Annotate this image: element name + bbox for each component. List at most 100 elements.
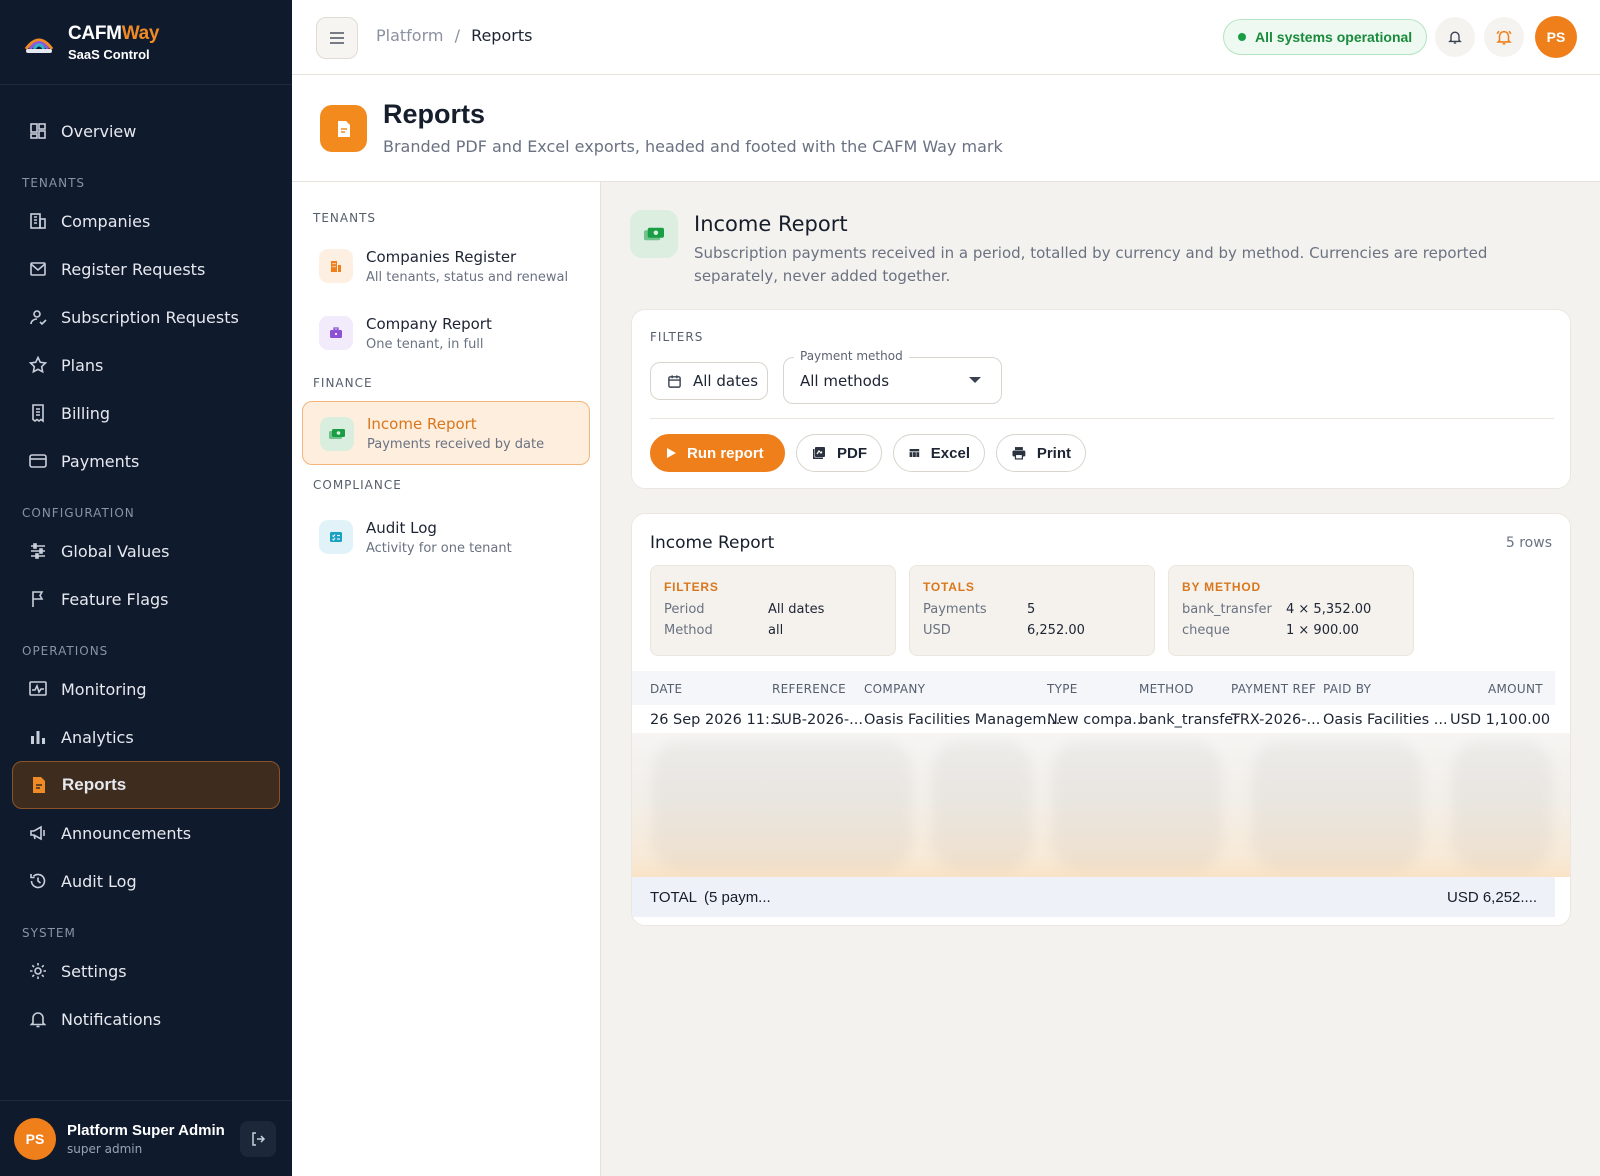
print-label: Print (1036, 444, 1071, 462)
date-range-button[interactable]: All dates (650, 362, 768, 400)
summary-key: Method (664, 623, 713, 638)
top-user-avatar[interactable]: PS (1535, 16, 1577, 58)
excel-export-button[interactable]: Excel (893, 434, 985, 472)
pdf-export-button[interactable]: PDF (796, 434, 882, 472)
report-item-title: Income Report (367, 414, 477, 433)
result-title: Income Report (650, 533, 775, 553)
menu-toggle-button[interactable] (316, 17, 358, 59)
user-avatar[interactable]: PS (14, 1117, 56, 1160)
nav-label: Announcements (61, 823, 192, 843)
run-report-label: Run report (687, 444, 764, 462)
reports-header-icon (320, 105, 367, 152)
payment-method-select[interactable]: Payment method All methods (783, 349, 1002, 404)
nav-item-notifications[interactable]: Notifications (12, 995, 280, 1043)
nav-item-reports[interactable]: Reports (12, 761, 280, 809)
column-header-paid-by[interactable]: PAID BY (1323, 682, 1371, 696)
report-item-companies-register[interactable]: Companies Register All tenants, status a… (302, 234, 590, 298)
report-item-subtitle: Activity for one tenant (366, 540, 512, 556)
star-icon (28, 355, 48, 374)
summary-by-method-box: BY METHOD bank_transfer 4 × 5,352.00 che… (1168, 565, 1414, 656)
user-name: Platform Super Admin (67, 1121, 225, 1139)
nav-item-analytics[interactable]: Analytics (12, 713, 280, 761)
pdf-label: PDF (837, 444, 867, 462)
notifications-button[interactable] (1435, 17, 1475, 57)
monitor-pulse-icon (29, 681, 47, 696)
grid-icon (30, 123, 46, 139)
calendar-icon (668, 374, 681, 388)
column-header-date[interactable]: DATE (650, 682, 682, 696)
report-item-company-report[interactable]: Company Report One tenant, in full (302, 301, 590, 365)
summary-value: All dates (768, 602, 825, 617)
nav-item-overview[interactable]: Overview (12, 107, 280, 155)
nav-item-announcements[interactable]: Announcements (12, 809, 280, 857)
alerts-button[interactable] (1484, 17, 1524, 57)
column-header-type[interactable]: TYPE (1047, 682, 1078, 696)
column-header-method[interactable]: METHOD (1139, 682, 1194, 696)
nav-label: Feature Flags (61, 589, 169, 609)
nav-item-payments[interactable]: Payments (12, 437, 280, 485)
nav-item-global-values[interactable]: Global Values (12, 527, 280, 575)
page-title: Reports (383, 99, 486, 129)
report-item-title: Company Report (366, 314, 492, 333)
building-icon (30, 213, 46, 229)
nav-item-settings[interactable]: Settings (12, 947, 280, 995)
report-item-audit-log[interactable]: Audit Log Activity for one tenant (302, 505, 590, 569)
summary-value: 4 × 5,352.00 (1286, 602, 1372, 617)
nav-label: Payments (61, 451, 140, 471)
bell-ring-icon (1496, 30, 1512, 45)
brand[interactable]: CAFMWay SaaS Control (0, 0, 292, 85)
system-status-badge[interactable]: All systems operational (1223, 19, 1428, 55)
nav-label: Audit Log (61, 871, 137, 891)
nav-item-monitoring[interactable]: Monitoring (12, 665, 280, 713)
cell-company: Oasis Facilities Managem... (864, 712, 1061, 728)
cash-icon (320, 417, 354, 451)
report-title: Income Report (694, 212, 848, 236)
nav-item-companies[interactable]: Companies (12, 197, 280, 245)
column-header-company[interactable]: COMPANY (864, 682, 925, 696)
nav-item-billing[interactable]: Billing (12, 389, 280, 437)
report-description: Subscription payments received in a peri… (694, 244, 1488, 285)
nav-label: Reports (62, 775, 127, 794)
filters-card: FILTERS All dates Payment method All met… (631, 309, 1571, 489)
receipt-icon (32, 404, 44, 423)
print-button[interactable]: Print (996, 434, 1086, 472)
logout-button[interactable] (240, 1121, 276, 1157)
summary-key: Payments (923, 602, 987, 617)
nav-item-plans[interactable]: Plans (12, 341, 280, 389)
caret-down-icon (969, 377, 981, 383)
nav-item-register-requests[interactable]: Register Requests (12, 245, 280, 293)
nav-item-subscription-requests[interactable]: Subscription Requests (12, 293, 280, 341)
summary-key: USD (923, 623, 951, 638)
nav-label: Monitoring (61, 679, 147, 699)
report-file-icon (337, 120, 350, 137)
blurred-rows-overlay (632, 733, 1570, 877)
column-header-reference[interactable]: REFERENCE (772, 682, 846, 696)
cell-method: bank_transfer (1139, 712, 1240, 728)
nav-label: Billing (61, 403, 111, 423)
report-item-title: Companies Register (366, 247, 517, 266)
table-header: DATE REFERENCE COMPANY TYPE METHOD PAYME… (632, 671, 1555, 705)
report-item-income-report[interactable]: Income Report Payments received by date (302, 401, 590, 465)
cafm-logo-icon (24, 38, 54, 53)
page-header: Reports Branded PDF and Excel exports, h… (292, 75, 1600, 182)
column-header-amount[interactable]: AMOUNT (1488, 682, 1543, 696)
run-report-button[interactable]: Run report (650, 434, 785, 472)
column-header-payment-ref[interactable]: PAYMENT REF (1231, 682, 1316, 696)
excel-label: Excel (930, 444, 970, 462)
bar-chart-icon (31, 731, 45, 744)
logout-icon (252, 1132, 266, 1146)
breadcrumb-root[interactable]: Platform (376, 26, 443, 45)
nav-item-feature-flags[interactable]: Feature Flags (12, 575, 280, 623)
report-item-subtitle: One tenant, in full (366, 336, 484, 352)
summary-heading: BY METHOD (1182, 580, 1261, 594)
user-role: super admin (67, 1141, 143, 1156)
flag-icon (32, 591, 44, 607)
report-item-title: Audit Log (366, 518, 437, 537)
total-count: (5 paym... (704, 889, 771, 906)
summary-value: 5 (1027, 602, 1036, 617)
nav-item-audit-log[interactable]: Audit Log (12, 857, 280, 905)
nav-section-system: SYSTEM (22, 926, 76, 940)
result-row-count: 5 rows (1505, 535, 1552, 551)
report-detail: Income Report Subscription payments rece… (601, 182, 1600, 1176)
gear-icon (30, 963, 46, 979)
